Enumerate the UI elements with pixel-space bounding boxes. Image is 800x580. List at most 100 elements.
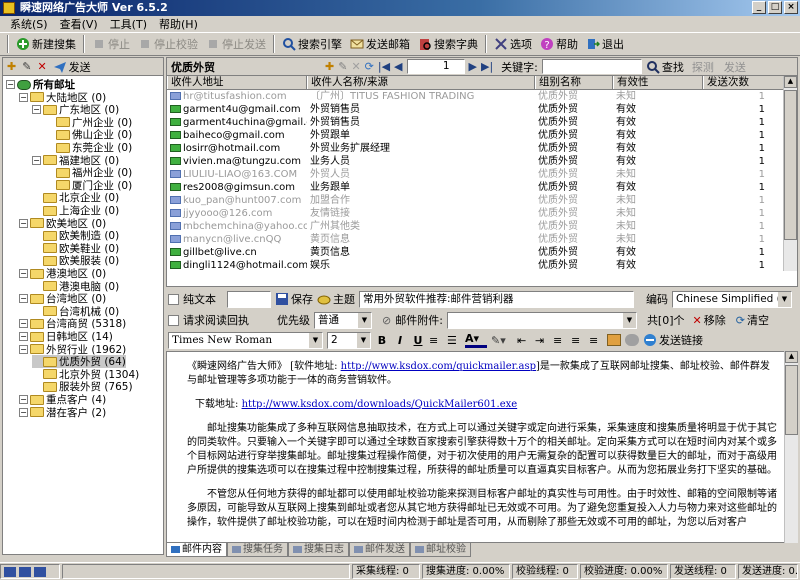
tab-mail-content[interactable]: 邮件内容	[166, 543, 227, 557]
save-button[interactable]: 保存	[275, 291, 313, 307]
table-row[interactable]: manycn@live.cnQQ 黄页信息 优质外贸 未知 1	[167, 233, 797, 246]
bold-icon[interactable]: B	[375, 334, 389, 347]
delete-address-icon[interactable]: ✕	[351, 60, 360, 73]
table-row[interactable]: garment4uchina@gmail.com外贸销售员 优质外贸 有效 1	[167, 116, 797, 129]
table-row[interactable]: baiheco@gmail.com 外贸跟单 优质外贸 有效 1	[167, 129, 797, 142]
attachment-select[interactable]: ▼	[446, 311, 637, 329]
add-group-icon[interactable]: ✚	[7, 60, 16, 73]
mail-body-editor[interactable]: 《瞬速网络广告大师》 [软件地址: http://www.ksdox.com/q…	[166, 351, 798, 543]
tree-toggle-icon[interactable]: −	[32, 105, 41, 115]
tab-collect-task[interactable]: 搜集任务	[227, 543, 288, 557]
subject-button[interactable]: 主题	[317, 291, 355, 307]
outdent-icon[interactable]: ⇤	[517, 334, 531, 347]
insert-image-icon[interactable]	[607, 334, 621, 346]
encoding-select[interactable]: Chinese Simplified (GB2312)▼	[672, 290, 792, 308]
menu-system[interactable]: 系统(S)	[10, 16, 48, 32]
table-row[interactable]: dingli1124@hotmail.com 娱乐 优质外贸 有效 1	[167, 259, 797, 272]
software-link[interactable]: http://www.ksdox.com/quickmailer.asp	[341, 361, 536, 372]
table-row[interactable]: hr@titusfashion.com 〔广州〕TITUS FASHION TRA…	[167, 90, 797, 103]
subject-input[interactable]: 常用外贸软件推荐:邮件营销利器	[359, 290, 634, 308]
font-select[interactable]: Times New Roman ▼	[168, 331, 323, 349]
tree-toggle-icon[interactable]: −	[6, 80, 15, 89]
clear-attachment-button[interactable]: ⟳ 清空	[736, 312, 769, 328]
exit-button[interactable]: 退出	[582, 34, 628, 54]
align-right-icon[interactable]: ≡	[589, 334, 603, 347]
table-row[interactable]: vivien.ma@tungzu.com 业务人员 优质外贸 有效 1	[167, 155, 797, 168]
table-row[interactable]: jjyyooo@126.com 友情链接 优质外贸 未知 1	[167, 207, 797, 220]
edit-address-icon[interactable]: ✎	[338, 60, 347, 73]
scroll-up-icon[interactable]: ▲	[784, 76, 797, 88]
refresh-icon[interactable]: ⟳	[365, 60, 374, 73]
prev-page-icon[interactable]: ◀	[394, 60, 402, 73]
stop-verify-button[interactable]: 停止校验	[134, 34, 202, 54]
send-group-button[interactable]: 发送	[53, 59, 91, 75]
table-row[interactable]: kuo_pan@hunt007.com 加盟合作 优质外贸 未知 1	[167, 194, 797, 207]
stop-button[interactable]: 停止	[88, 34, 134, 54]
maximize-button[interactable]: □	[768, 1, 782, 14]
table-row[interactable]: res2008@gimsun.com 业务跟单 优质外贸 有效 1	[167, 181, 797, 194]
tab-mail-send[interactable]: 邮件发送	[349, 543, 410, 557]
indent-icon[interactable]: ⇥	[535, 334, 549, 347]
send-link-button[interactable]: 发送链接	[643, 332, 703, 348]
search-dict-button[interactable]: 搜索字典	[414, 34, 482, 54]
help-button[interactable]: ? 帮助	[536, 34, 582, 54]
close-button[interactable]: ×	[784, 1, 798, 14]
delete-group-icon[interactable]: ✕	[37, 60, 46, 73]
underline-icon[interactable]: U	[411, 334, 425, 347]
minimize-button[interactable]: _	[752, 1, 766, 14]
probe-button[interactable]: 探测	[692, 59, 714, 75]
menu-tools[interactable]: 工具(T)	[110, 16, 147, 32]
tree-toggle-icon[interactable]: −	[19, 332, 28, 341]
list-scrollbar[interactable]: ▲	[783, 76, 797, 271]
tree-node[interactable]: − 潜在客户 (2)	[19, 406, 106, 419]
remove-attachment-button[interactable]: ✕ 移除	[693, 312, 726, 328]
col-count-header[interactable]: 发送次数	[703, 76, 785, 89]
tree-toggle-icon[interactable]: −	[19, 319, 28, 329]
tree-toggle-icon[interactable]: −	[19, 294, 28, 304]
scroll-up-icon[interactable]: ▲	[785, 351, 798, 363]
size-select[interactable]: 2 ▼	[327, 331, 371, 349]
plaintext-input[interactable]	[227, 290, 271, 308]
tab-address-verify[interactable]: 邮址校验	[410, 543, 471, 557]
keyword-input[interactable]	[541, 59, 642, 74]
edit-group-icon[interactable]: ✎	[22, 60, 31, 73]
priority-select[interactable]: 普通 ▼	[314, 311, 372, 329]
menu-help[interactable]: 帮助(H)	[159, 16, 198, 32]
tree-toggle-icon[interactable]: −	[32, 155, 41, 165]
tree-toggle-icon[interactable]: −	[19, 344, 28, 354]
add-address-icon[interactable]: ✚	[325, 60, 334, 73]
italic-icon[interactable]: I	[393, 334, 407, 347]
col-email-header[interactable]: 收件人地址	[167, 76, 307, 89]
align-center-icon[interactable]: ≡	[571, 334, 585, 347]
send-mailbox-button[interactable]: 发送邮箱	[346, 34, 414, 54]
download-link[interactable]: http://www.ksdox.com/downloads/QuickMail…	[242, 399, 518, 410]
new-collect-button[interactable]: 新建搜集	[12, 34, 80, 54]
page-number-input[interactable]: 1	[406, 59, 465, 74]
receipt-checkbox[interactable]	[168, 314, 179, 326]
col-group-header[interactable]: 组别名称	[535, 76, 613, 89]
next-page-icon[interactable]: ▶	[469, 60, 477, 73]
insert-emoticon-icon[interactable]	[625, 334, 639, 346]
stop-send-button[interactable]: 停止发送	[202, 34, 270, 54]
tree-toggle-icon[interactable]: −	[19, 218, 28, 228]
table-row[interactable]: gillbet@live.cn 黄页信息 优质外贸 有效 1	[167, 246, 797, 259]
find-button[interactable]: 查找	[646, 59, 684, 75]
scroll-thumb[interactable]	[784, 90, 797, 240]
table-row[interactable]: mbchemchina@yahoo.com.cn广州其他类 优质外贸 未知 1	[167, 220, 797, 233]
tree-toggle-icon[interactable]: −	[19, 395, 28, 404]
plaintext-checkbox[interactable]	[168, 293, 179, 305]
search-engine-button[interactable]: 搜索引擎	[278, 34, 346, 54]
font-color-icon[interactable]: A▾	[465, 332, 487, 348]
ordered-list-icon[interactable]: ≡	[429, 334, 443, 347]
last-page-icon[interactable]: ▶|	[481, 60, 493, 73]
col-validity-header[interactable]: 有效性	[613, 76, 703, 89]
list-send-button[interactable]: 发送	[724, 59, 746, 75]
bullet-list-icon[interactable]: ☰	[447, 334, 461, 347]
menu-view[interactable]: 查看(V)	[60, 16, 98, 32]
table-row[interactable]: garment4u@gmail.com 外贸销售员 优质外贸 有效 1	[167, 103, 797, 116]
highlight-icon[interactable]: ✎▾	[491, 334, 513, 347]
col-name-header[interactable]: 收件人名称/来源	[307, 76, 535, 89]
tree-toggle-icon[interactable]: −	[19, 92, 28, 102]
options-button[interactable]: 选项	[490, 34, 536, 54]
first-page-icon[interactable]: |◀	[378, 60, 390, 73]
